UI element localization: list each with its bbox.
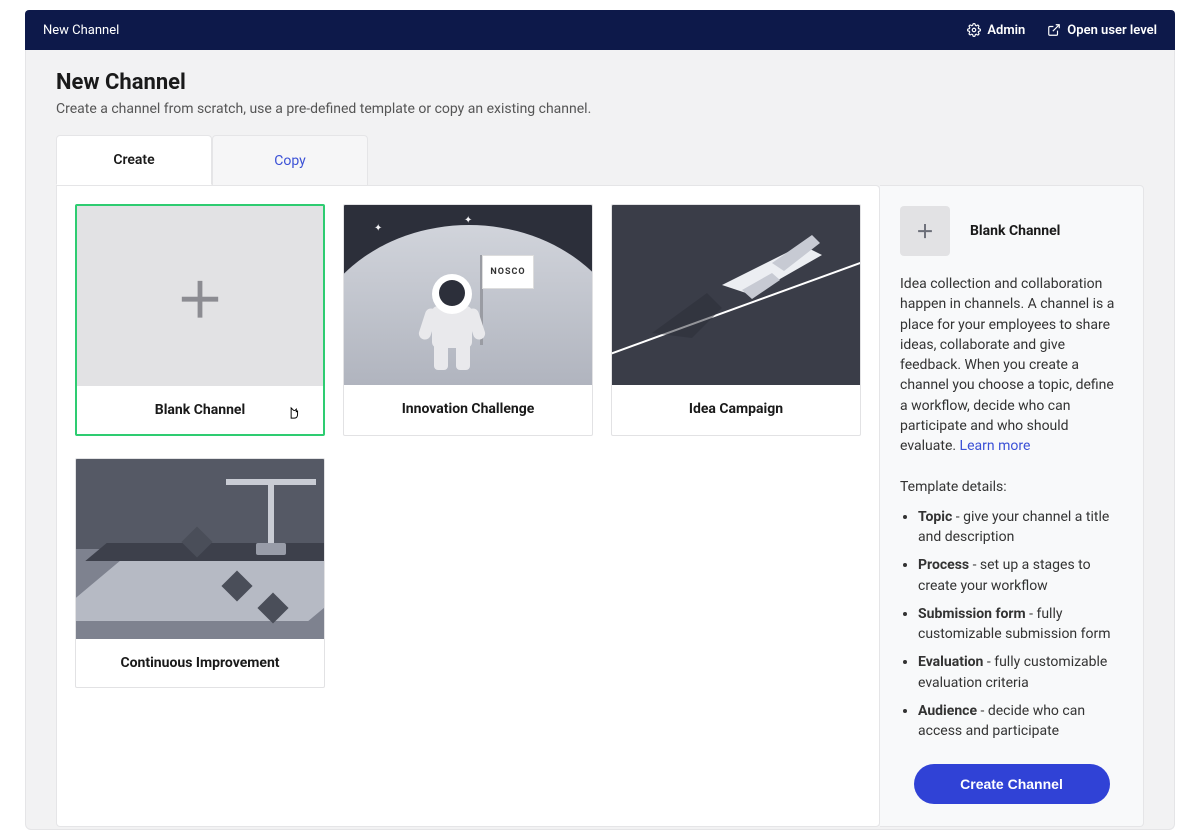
plus-icon: ＋ (900, 206, 950, 256)
card-title: Blank Channel (77, 386, 323, 434)
template-card-innovation-challenge[interactable]: ✦ ✦ ✦ ✦ NOSCO Innovation Challenge (343, 204, 593, 436)
list-item: Topic - give your channel a title and de… (918, 507, 1123, 548)
sidebar-header: ＋ Blank Channel (900, 206, 1123, 256)
card-image-blank: ＋ (77, 206, 323, 386)
card-image-continuous (76, 459, 324, 639)
external-link-icon (1047, 23, 1061, 37)
template-cards-panel: ＋ Blank Channel ✦ ✦ ✦ ✦ NOSCO (56, 185, 880, 827)
admin-link[interactable]: Admin (967, 23, 1025, 38)
list-item: Process - set up a stages to create your… (918, 555, 1123, 596)
admin-label: Admin (987, 23, 1025, 38)
flag-label: NOSCO (482, 255, 534, 289)
gear-icon (967, 23, 981, 37)
page-subtitle: Create a channel from scratch, use a pre… (56, 101, 1144, 117)
create-channel-button[interactable]: Create Channel (914, 764, 1110, 804)
list-item: Submission form - fully customizable sub… (918, 604, 1123, 645)
template-card-continuous-improvement[interactable]: Continuous Improvement (75, 458, 325, 688)
open-user-level-link[interactable]: Open user level (1047, 23, 1157, 38)
page-title: New Channel (56, 70, 1144, 95)
list-item: Audience - decide who can access and par… (918, 701, 1123, 742)
learn-more-link[interactable]: Learn more (960, 438, 1031, 454)
template-detail-sidebar: ＋ Blank Channel Idea collection and coll… (880, 185, 1144, 827)
astronaut-icon (422, 274, 482, 369)
card-title: Continuous Improvement (76, 639, 324, 687)
template-card-idea-campaign[interactable]: Idea Campaign (611, 204, 861, 436)
tab-create[interactable]: Create (56, 135, 212, 185)
topbar-title: New Channel (43, 23, 967, 38)
sidebar-title: Blank Channel (970, 223, 1060, 239)
template-details-list: Topic - give your channel a title and de… (900, 507, 1123, 742)
topbar-actions: Admin Open user level (967, 23, 1157, 38)
content-row: ＋ Blank Channel ✦ ✦ ✦ ✦ NOSCO (56, 185, 1144, 827)
card-image-innovation: ✦ ✦ ✦ ✦ NOSCO (344, 205, 592, 385)
template-card-blank[interactable]: ＋ Blank Channel (75, 204, 325, 436)
open-user-level-label: Open user level (1067, 23, 1157, 38)
card-title: Innovation Challenge (344, 385, 592, 433)
card-image-campaign (612, 205, 860, 385)
tab-copy[interactable]: Copy (212, 135, 368, 185)
plane-icon (712, 235, 832, 305)
template-details-heading: Template details: (900, 479, 1123, 495)
card-title: Idea Campaign (612, 385, 860, 433)
plus-icon: ＋ (176, 261, 224, 331)
page-body: New Channel Create a channel from scratc… (25, 50, 1175, 830)
list-item: Evaluation - fully customizable evaluati… (918, 652, 1123, 693)
sidebar-description: Idea collection and collaboration happen… (900, 274, 1123, 457)
topbar: New Channel Admin Open user level (25, 10, 1175, 50)
tabs: Create Copy (56, 135, 1144, 185)
